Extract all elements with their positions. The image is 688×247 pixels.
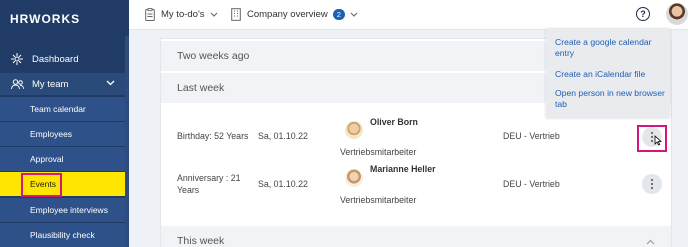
sidebar-subitem-label: Plausibility check xyxy=(30,230,95,240)
more-options-button[interactable] xyxy=(642,174,662,194)
person-avatar xyxy=(345,169,363,187)
department: DEU - Vertrieb xyxy=(503,179,560,189)
menu-item-icalendar[interactable]: Create an iCalendar file xyxy=(555,69,665,80)
section-title: Last week xyxy=(177,82,225,94)
chevron-up-icon xyxy=(646,236,655,247)
notification-badge: 2 xyxy=(332,9,345,20)
event-type: Anniversary : 21 Years xyxy=(177,173,241,195)
sidebar-item-label: My team xyxy=(32,78,69,90)
highlight-box xyxy=(21,173,62,197)
person-avatar xyxy=(345,121,363,139)
sidebar: HRWORKS Dashboard My team Team calendar … xyxy=(0,0,129,247)
chevron-down-icon xyxy=(106,78,115,89)
todo-menu[interactable]: My to-do's xyxy=(145,8,218,21)
sidebar-item-dashboard[interactable]: Dashboard xyxy=(0,48,125,70)
person-role: Vertriebsmitarbeiter xyxy=(340,195,417,205)
menu-item-google-calendar[interactable]: Create a google calendar entry xyxy=(555,37,665,59)
sidebar-subitem-label: Approval xyxy=(30,154,64,164)
building-icon xyxy=(231,8,241,21)
section-title: Two weeks ago xyxy=(177,50,250,62)
section-title: This week xyxy=(177,235,225,247)
todo-label: My to-do's xyxy=(161,9,205,20)
department: DEU - Vertrieb xyxy=(503,131,560,141)
sidebar-subitem-plausibility-check[interactable]: Plausibility check xyxy=(0,223,125,247)
section-this-week[interactable]: This week xyxy=(161,226,671,247)
chevron-down-icon xyxy=(210,9,218,20)
menu-item-open-person[interactable]: Open person in new browser tab xyxy=(555,88,665,110)
person-name[interactable]: Marianne Heller xyxy=(370,164,436,174)
company-overview-label: Company overview xyxy=(247,9,328,20)
event-date: Sa, 01.10.22 xyxy=(258,131,308,141)
app-logo[interactable]: HRWORKS xyxy=(10,12,80,26)
user-avatar[interactable] xyxy=(666,3,688,25)
sidebar-subitem-approval[interactable]: Approval xyxy=(0,147,125,171)
chevron-down-icon xyxy=(350,9,358,20)
sidebar-subitem-employee-interviews[interactable]: Employee interviews xyxy=(0,198,125,222)
sidebar-item-label: Dashboard xyxy=(32,53,79,65)
sidebar-subitem-events[interactable]: Events xyxy=(0,172,125,197)
sidebar-subitem-employees[interactable]: Employees xyxy=(0,122,125,146)
options-dropdown-menu: Create a google calendar entry Create an… xyxy=(546,28,670,117)
clipboard-icon xyxy=(145,8,155,21)
more-vertical-icon xyxy=(650,178,654,190)
sidebar-subitem-label: Employee interviews xyxy=(30,205,108,215)
top-bar: My to-do's Company overview 2 ? xyxy=(129,0,688,30)
sidebar-subitem-label: Team calendar xyxy=(30,104,86,114)
person-role: Vertriebsmitarbeiter xyxy=(340,147,417,157)
person-name[interactable]: Oliver Born xyxy=(370,117,418,127)
sidebar-subitem-label: Employees xyxy=(30,129,73,139)
event-type: Birthday: 52 Years xyxy=(177,131,249,141)
sidebar-scrollbar[interactable] xyxy=(125,36,129,247)
sidebar-item-my-team[interactable]: My team xyxy=(0,73,125,95)
sidebar-subitem-team-calendar[interactable]: Team calendar xyxy=(0,97,125,121)
dashboard-icon xyxy=(10,52,24,66)
team-icon xyxy=(10,77,24,91)
event-date: Sa, 01.10.22 xyxy=(258,179,308,189)
cursor-icon xyxy=(654,135,663,146)
company-overview-menu[interactable]: Company overview 2 xyxy=(231,8,358,21)
help-icon[interactable]: ? xyxy=(636,7,650,21)
